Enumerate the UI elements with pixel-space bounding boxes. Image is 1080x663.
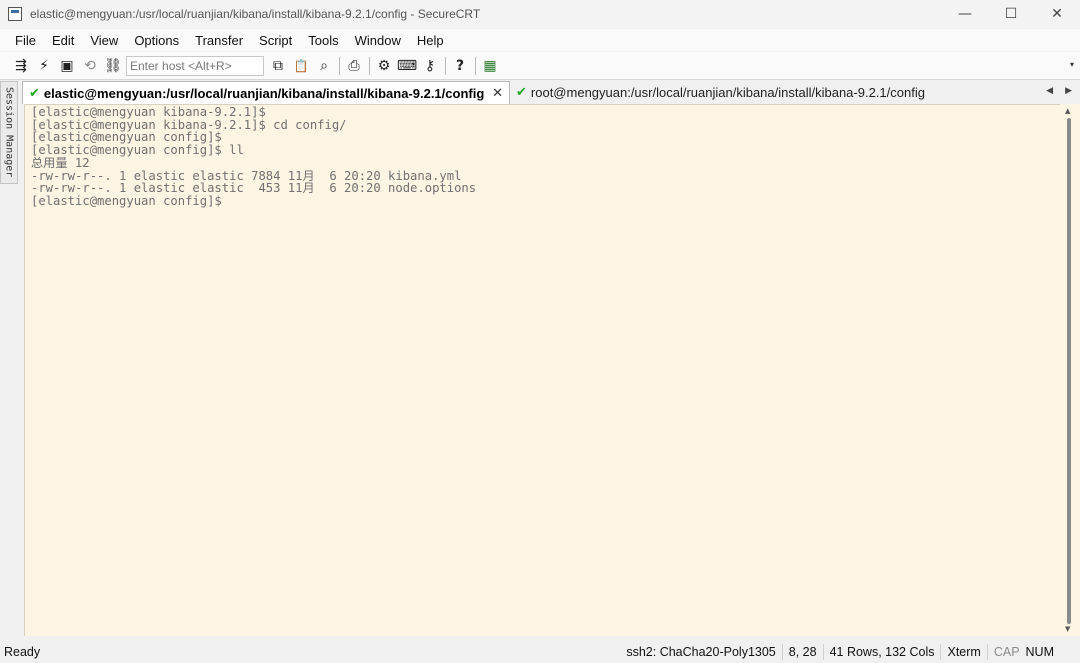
menu-options[interactable]: Options (129, 33, 184, 48)
paste-icon[interactable]: 📋 (292, 57, 310, 75)
help-icon[interactable]: ? (451, 57, 469, 75)
tab-elastic-session[interactable]: ✔ elastic@mengyuan:/usr/local/ruanjian/k… (22, 81, 510, 104)
reconnect-icon[interactable]: ⟲ (81, 57, 99, 75)
status-cursor: 8, 28 (781, 644, 823, 660)
status-right: ssh2: ChaCha20-Poly1305 8, 28 41 Rows, 1… (620, 641, 1060, 663)
terminal-line: [elastic@mengyuan config]$ (31, 193, 222, 208)
status-ready: Ready (4, 645, 41, 659)
toolbar-separator (339, 56, 340, 75)
status-bar: Ready ssh2: ChaCha20-Poly1305 8, 28 41 R… (0, 641, 1080, 663)
window-title: elastic@mengyuan:/usr/local/ruanjian/kib… (30, 7, 481, 21)
host-input[interactable] (127, 56, 263, 75)
toolbar-separator (475, 56, 476, 75)
close-window-button[interactable]: ✕ (1034, 0, 1080, 28)
maximize-button[interactable]: ☐ (988, 0, 1034, 28)
host-input-box[interactable] (126, 55, 264, 76)
options-gear-icon[interactable]: ⚙ (375, 57, 393, 75)
toolbar-dropdown-icon[interactable]: ▾ (1070, 60, 1074, 69)
status-size: 41 Rows, 132 Cols (822, 644, 941, 660)
terminal-line: [elastic@mengyuan config]$ ll (31, 143, 244, 158)
menu-bar: File Edit View Options Transfer Script T… (0, 29, 1080, 51)
status-cap: CAP (986, 644, 1026, 660)
copy-icon[interactable]: ⧉ (269, 57, 287, 75)
status-cipher: ssh2: ChaCha20-Poly1305 (626, 645, 776, 659)
terminal-line: 总用量 12 (31, 155, 90, 170)
session-manager-label: Session Manager (3, 87, 15, 178)
minimize-button[interactable]: — (942, 0, 988, 28)
quick-connect-icon[interactable]: ⚡ (35, 57, 53, 75)
tab-root-session[interactable]: ✔ root@mengyuan:/usr/local/ruanjian/kiba… (510, 81, 930, 104)
menu-view[interactable]: View (85, 33, 123, 48)
scroll-down-icon[interactable]: ▼ (1065, 625, 1070, 633)
toolbar-separator (445, 56, 446, 75)
find-icon[interactable]: ⌕ (315, 57, 333, 75)
keymap-icon[interactable]: ⌨ (397, 57, 417, 75)
print-icon[interactable]: ⎙ (345, 57, 363, 75)
title-bar: elastic@mengyuan:/usr/local/ruanjian/kib… (0, 0, 1080, 28)
disconnect-icon[interactable]: ⛓ (104, 57, 122, 75)
terminal-line: [elastic@mengyuan kibana-9.2.1]$ (31, 105, 266, 119)
terminal-scrollbar[interactable]: ▲ ▼ (1060, 104, 1080, 636)
menu-script[interactable]: Script (254, 33, 297, 48)
toolbar-separator (369, 56, 370, 75)
menu-file[interactable]: File (10, 33, 41, 48)
screen-icon[interactable]: ▦ (481, 57, 499, 75)
connected-check-icon: ✔ (29, 85, 40, 101)
menu-tools[interactable]: Tools (303, 33, 343, 48)
tab-bar: ✔ elastic@mengyuan:/usr/local/ruanjian/k… (22, 80, 1080, 104)
window-controls: — ☐ ✕ (942, 0, 1080, 28)
securecrt-window: elastic@mengyuan:/usr/local/ruanjian/kib… (0, 0, 1080, 663)
connect-icon[interactable]: ⇶ (12, 57, 30, 75)
tab-label: root@mengyuan:/usr/local/ruanjian/kibana… (530, 85, 925, 100)
menu-edit[interactable]: Edit (47, 33, 79, 48)
status-num: NUM (1025, 645, 1054, 659)
tab-scroll-controls: ◀ ▶ (1046, 86, 1072, 96)
connect-in-tab-icon[interactable]: ▣ (58, 57, 76, 75)
tab-close-icon[interactable]: ✕ (492, 86, 503, 101)
terminal-area[interactable]: [elastic@mengyuan kibana-9.2.1]$ [elasti… (24, 104, 1060, 636)
menu-window[interactable]: Window (350, 33, 406, 48)
connected-check-icon: ✔ (516, 85, 527, 100)
session-manager-tab[interactable]: Session Manager (0, 81, 18, 184)
status-terminal-type: Xterm (940, 644, 986, 660)
tab-scroll-right-icon[interactable]: ▶ (1065, 86, 1072, 96)
toolbar: ⇶ ⚡ ▣ ⟲ ⛓ ⧉ 📋 ⌕ ⎙ ⚙ ⌨ ⚷ ? ▦ ▾ (0, 52, 1080, 80)
menu-transfer[interactable]: Transfer (190, 33, 248, 48)
sftp-key-icon[interactable]: ⚷ (421, 57, 439, 75)
scroll-up-icon[interactable]: ▲ (1065, 107, 1070, 115)
scroll-thumb[interactable] (1067, 118, 1071, 624)
tab-label: elastic@mengyuan:/usr/local/ruanjian/kib… (43, 85, 485, 101)
tab-scroll-left-icon[interactable]: ◀ (1046, 86, 1053, 96)
app-icon (8, 7, 22, 21)
menu-help[interactable]: Help (412, 33, 449, 48)
